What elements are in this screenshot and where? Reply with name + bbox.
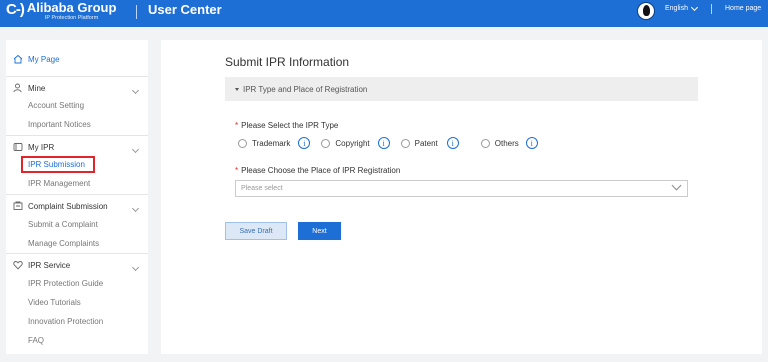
- radio-option-patent[interactable]: Patent i: [400, 137, 459, 149]
- next-button[interactable]: Next: [298, 222, 341, 240]
- top-bar: C-) Alibaba Group IP Protection Platform…: [0, 0, 768, 27]
- sidebar-item-my-page[interactable]: My Page: [13, 54, 60, 64]
- alibaba-logo-mark: C-): [6, 1, 25, 18]
- place-label-text: Please Choose the Place of IPR Registrat…: [241, 166, 401, 175]
- app-title: User Center: [148, 2, 222, 17]
- home-page-link[interactable]: Home page: [725, 5, 761, 12]
- radio-option-copyright[interactable]: Copyright i: [321, 137, 390, 149]
- heart-icon: [13, 261, 23, 270]
- sidebar-section-mine: Mine Account Setting Important Notices: [6, 76, 148, 136]
- info-icon[interactable]: i: [298, 137, 311, 149]
- sidebar-group-mine[interactable]: Mine: [13, 83, 45, 93]
- user-avatar[interactable]: [637, 2, 655, 20]
- sidebar-section-ipr-service: IPR Service IPR Protection Guide Video T…: [6, 253, 148, 353]
- sidebar-item-important-notices[interactable]: Important Notices: [28, 120, 91, 129]
- required-asterisk: *: [235, 166, 239, 175]
- radio-button[interactable]: [238, 138, 247, 148]
- section-title: IPR Type and Place of Registration: [243, 84, 368, 94]
- sidebar-group-complaint[interactable]: Complaint Submission: [13, 201, 108, 211]
- complaint-icon: [13, 201, 23, 210]
- required-asterisk: *: [235, 121, 239, 130]
- sidebar-item-manage-complaints[interactable]: Manage Complaints: [28, 239, 99, 248]
- sidebar-item-account-setting[interactable]: Account Setting: [28, 101, 84, 110]
- chevron-down-icon: [690, 3, 699, 11]
- caret-down-icon: [235, 87, 239, 91]
- place-label: * Please Choose the Place of IPR Registra…: [235, 166, 400, 175]
- chevron-down-icon[interactable]: [131, 204, 140, 213]
- sidebar-item-ipr-protection-guide[interactable]: IPR Protection Guide: [28, 279, 103, 288]
- radio-option-trademark[interactable]: Trademark i: [238, 137, 311, 149]
- radio-label: Patent: [414, 138, 438, 148]
- radio-option-others[interactable]: Others i: [480, 137, 538, 149]
- chevron-down-icon[interactable]: [131, 145, 140, 154]
- radio-button[interactable]: [321, 138, 331, 148]
- sidebar-item-label: My Page: [28, 54, 60, 64]
- place-select[interactable]: Please select: [235, 180, 688, 197]
- info-icon[interactable]: i: [446, 137, 459, 149]
- select-placeholder: Please select: [241, 185, 283, 192]
- sidebar: My Page Mine Account Setting Important N…: [6, 40, 148, 354]
- radio-label: Others: [494, 138, 519, 148]
- sidebar-group-ipr-service[interactable]: IPR Service: [13, 260, 70, 270]
- sidebar-item-video-tutorials[interactable]: Video Tutorials: [28, 298, 81, 307]
- header-divider: [136, 5, 137, 19]
- logo-name: Alibaba Group: [26, 0, 117, 15]
- sidebar-item-faq[interactable]: FAQ: [28, 336, 44, 345]
- sidebar-group-label: IPR Service: [28, 260, 71, 270]
- radio-label: Trademark: [252, 138, 291, 148]
- selection-highlight: [21, 156, 95, 173]
- sidebar-group-my-ipr[interactable]: My IPR: [13, 142, 54, 152]
- section-collapse-bar[interactable]: IPR Type and Place of Registration: [225, 77, 698, 101]
- logo-subtitle: IP Protection Platform: [44, 15, 99, 21]
- page-title: Submit IPR Information: [225, 55, 350, 69]
- alibaba-logo[interactable]: C-) Alibaba Group IP Protection Platform: [6, 0, 117, 22]
- radio-button[interactable]: [480, 138, 490, 148]
- info-icon[interactable]: i: [377, 137, 390, 149]
- user-icon: [13, 83, 22, 93]
- header-separator: [711, 4, 712, 14]
- language-label: English: [665, 5, 688, 12]
- ipr-icon: [13, 143, 23, 151]
- chevron-down-icon: [671, 180, 682, 191]
- save-draft-button[interactable]: Save Draft: [225, 222, 287, 240]
- sidebar-item-ipr-management[interactable]: IPR Management: [28, 179, 90, 188]
- logo-text: Alibaba Group IP Protection Platform: [26, 0, 117, 22]
- ipr-type-label: * Please Select the IPR Type: [235, 121, 338, 130]
- main-panel: Submit IPR Information IPR Type and Plac…: [161, 40, 762, 354]
- ipr-type-label-text: Please Select the IPR Type: [241, 121, 339, 130]
- info-icon[interactable]: i: [525, 137, 538, 149]
- sidebar-group-label: My IPR: [28, 142, 55, 152]
- sidebar-group-label: Complaint Submission: [28, 201, 108, 211]
- ipr-type-radio-group: Trademark i Copyright i Patent i Others …: [238, 137, 538, 149]
- radio-label: Copyright: [335, 138, 370, 148]
- sidebar-section-complaint: Complaint Submission Submit a Complaint …: [6, 194, 148, 254]
- home-icon: [13, 54, 23, 64]
- language-selector[interactable]: English: [665, 3, 699, 12]
- chevron-down-icon[interactable]: [131, 86, 140, 95]
- sidebar-item-submit-complaint[interactable]: Submit a Complaint: [28, 220, 98, 229]
- sidebar-item-innovation-protection[interactable]: Innovation Protection: [28, 317, 103, 326]
- chevron-down-icon[interactable]: [131, 263, 140, 272]
- sidebar-group-label: Mine: [28, 83, 46, 93]
- radio-button[interactable]: [400, 138, 410, 148]
